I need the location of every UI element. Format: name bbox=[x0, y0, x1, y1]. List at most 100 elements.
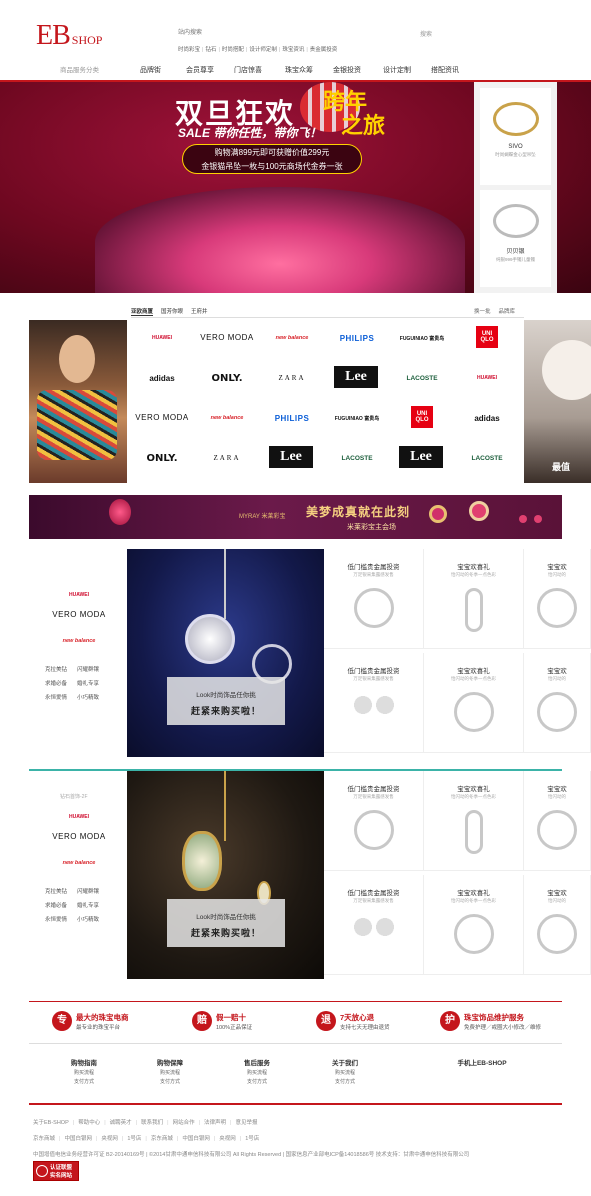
floor-tag-link[interactable]: 小巧精致 bbox=[77, 913, 109, 927]
floor-tag-link[interactable]: 永恒爱情 bbox=[45, 691, 77, 705]
floor-tag-link[interactable]: 求婚必备 bbox=[45, 899, 77, 913]
brand-logo[interactable]: LACOSTE bbox=[328, 446, 386, 470]
brand-logo[interactable]: UNI QLO bbox=[476, 326, 498, 348]
product-card[interactable]: 低门槛贵金属投资 万足银采集露感发售 bbox=[324, 653, 424, 753]
brand-logo[interactable]: LACOSTE bbox=[458, 446, 516, 470]
nav-item[interactable]: 金银投资 bbox=[333, 62, 361, 80]
footer-link[interactable]: 1号店 bbox=[245, 1136, 259, 1142]
nav-item[interactable]: 品牌街 bbox=[140, 62, 161, 80]
site-logo[interactable]: EB SHOP bbox=[36, 20, 102, 52]
product-card[interactable]: 宝宝欢 恰闪动的 bbox=[524, 771, 591, 871]
product-card[interactable]: 宝宝欢喜礼 恰闪动的冬季一点色彩 bbox=[424, 771, 524, 871]
footer-link[interactable]: 网站合作 bbox=[173, 1120, 195, 1126]
product-card[interactable]: 宝宝欢喜礼 恰闪动的冬季一点色彩 bbox=[424, 653, 524, 753]
floor-tag-link[interactable]: 婚礼专享 bbox=[77, 899, 109, 913]
floor-brand-logo[interactable]: VERO MODA bbox=[49, 829, 109, 845]
product-card[interactable]: 宝宝欢喜礼 恰闪动的冬季一点色彩 bbox=[424, 549, 524, 649]
floor-tag-link[interactable]: 婚礼专享 bbox=[77, 677, 109, 691]
footer-link[interactable]: 支付方式 bbox=[315, 1078, 375, 1087]
nav-item[interactable]: 设计定制 bbox=[383, 62, 411, 80]
brand-logo[interactable]: HUAWEI bbox=[133, 326, 191, 350]
floor-tag-link[interactable]: 求婚必备 bbox=[45, 677, 77, 691]
side-product-card[interactable]: 贝贝银 纯银999手镯儿童镯 bbox=[480, 190, 551, 287]
footer-link[interactable]: 帮助中心 bbox=[78, 1120, 100, 1126]
brand-logo[interactable]: VERO MODA bbox=[198, 326, 256, 350]
product-card[interactable]: 宝宝欢 恰闪动的 bbox=[524, 549, 591, 649]
brand-logo[interactable]: FUGUINIAO 富贵鸟 bbox=[328, 406, 386, 430]
floor-brand-logo[interactable]: VERO MODA bbox=[49, 607, 109, 623]
product-card[interactable]: 宝宝欢 恰闪动的 bbox=[524, 875, 591, 975]
right-promo-peek[interactable]: 最值 bbox=[524, 320, 591, 483]
footer-link[interactable]: 法律声明 bbox=[204, 1120, 226, 1126]
category-menu-button[interactable]: 商品服务分类 bbox=[32, 62, 127, 80]
footer-link[interactable]: 1号店 bbox=[127, 1136, 141, 1142]
footer-link[interactable]: 意见举报 bbox=[235, 1120, 257, 1126]
product-card[interactable]: 低门槛贵金属投资 万足银采集露感发售 bbox=[324, 875, 424, 975]
product-card[interactable]: 低门槛贵金属投资 万足银采集露感发售 bbox=[324, 549, 424, 649]
floor-tag-link[interactable]: 永恒爱情 bbox=[45, 913, 77, 927]
footer-link[interactable]: 购买流程 bbox=[140, 1069, 200, 1078]
footer-link[interactable]: 支付方式 bbox=[54, 1078, 114, 1087]
verified-site-badge[interactable]: 认证联盟 实名网站 bbox=[33, 1161, 79, 1181]
floor-brand-logo[interactable]: HUAWEI bbox=[49, 809, 109, 825]
floor-brand-logo[interactable]: new balance bbox=[49, 633, 109, 649]
hot-search-link[interactable]: 时尚搭配 bbox=[222, 47, 244, 53]
footer-link[interactable]: 关于EB-SHOP bbox=[33, 1120, 69, 1126]
floor-tag-link[interactable]: 小巧精致 bbox=[77, 691, 109, 705]
brand-logo[interactable]: new balance bbox=[198, 406, 256, 430]
hero-caption-cta[interactable]: 赶紧来购买啦！ bbox=[167, 704, 285, 717]
brand-logo[interactable]: PHILIPS bbox=[263, 406, 321, 430]
product-card[interactable]: 宝宝欢 恰闪动的 bbox=[524, 653, 591, 753]
floor-brand-logo[interactable]: new balance bbox=[49, 855, 109, 871]
footer-link[interactable]: 支付方式 bbox=[227, 1078, 287, 1087]
brand-tab[interactable]: 国芳你眼 bbox=[161, 309, 183, 315]
brand-logo[interactable]: adidas bbox=[133, 366, 191, 390]
hot-search-link[interactable]: 钻石 bbox=[205, 47, 216, 53]
nav-item[interactable]: 门店惊喜 bbox=[234, 62, 262, 80]
brand-logo[interactable]: ONLY. bbox=[198, 366, 256, 390]
nav-item[interactable]: 珠宝众筹 bbox=[285, 62, 313, 80]
hot-search-link[interactable]: 珠宝资讯 bbox=[282, 47, 304, 53]
brand-logo[interactable]: new balance bbox=[263, 326, 321, 350]
footer-link[interactable]: 中国白银网 bbox=[64, 1136, 92, 1142]
floor-hero-image[interactable]: Look时尚饰品任你挑 赶紧来购买啦！ bbox=[127, 549, 324, 757]
search-button[interactable]: 搜索 bbox=[420, 29, 432, 38]
myray-banner[interactable]: MYRAY 米莱彩宝 美梦成真就在此刻 米莱彩宝主会场 bbox=[29, 495, 562, 539]
brand-logo[interactable]: Lee bbox=[399, 446, 443, 468]
floor-tag-link[interactable]: 闪耀群镶 bbox=[77, 663, 109, 677]
footer-link[interactable]: 诚聘英才 bbox=[110, 1120, 132, 1126]
footer-link[interactable]: 购买流程 bbox=[315, 1069, 375, 1078]
floor-tag-link[interactable]: 克拉美钻 bbox=[45, 885, 77, 899]
brand-logo[interactable]: FUGUINIAO 富贵鸟 bbox=[393, 326, 451, 350]
nav-item[interactable]: 会员尊享 bbox=[186, 62, 214, 80]
brand-logo[interactable]: Lee bbox=[269, 446, 313, 468]
brand-logo[interactable]: adidas bbox=[458, 406, 516, 430]
nav-item[interactable]: 搭配资讯 bbox=[431, 62, 459, 80]
brand-logo[interactable]: ZARA bbox=[198, 446, 256, 470]
product-card[interactable]: 宝宝欢喜礼 恰闪动的冬季一点色彩 bbox=[424, 875, 524, 975]
footer-link[interactable]: 央视网 bbox=[101, 1136, 118, 1142]
brand-logo[interactable]: ZARA bbox=[263, 366, 321, 390]
brand-logo[interactable]: ONLY. bbox=[133, 446, 191, 470]
footer-link[interactable]: 京东商城 bbox=[33, 1136, 55, 1142]
brand-logo[interactable]: PHILIPS bbox=[328, 326, 386, 350]
brand-logo[interactable]: VERO MODA bbox=[133, 406, 191, 430]
hot-search-link[interactable]: 贵金属投资 bbox=[310, 47, 338, 53]
search-input[interactable] bbox=[178, 27, 498, 39]
model-photo[interactable] bbox=[29, 320, 127, 483]
footer-column-title[interactable]: 手机上EB-SHOP bbox=[452, 1059, 512, 1069]
brand-logo[interactable]: Lee bbox=[334, 366, 378, 388]
side-product-card[interactable]: SIVO 时尚蝴蝶金心型吊坠 bbox=[480, 88, 551, 185]
footer-link[interactable]: 央视网 bbox=[219, 1136, 236, 1142]
hot-search-link[interactable]: 设计师定制 bbox=[249, 47, 277, 53]
footer-link[interactable]: 支付方式 bbox=[140, 1078, 200, 1087]
product-card[interactable]: 低门槛贵金属投资 万足银采集露感发售 bbox=[324, 771, 424, 871]
floor-tag-link[interactable]: 闪耀群镶 bbox=[77, 885, 109, 899]
footer-link[interactable]: 联系我们 bbox=[141, 1120, 163, 1126]
refresh-link[interactable]: 换一批 bbox=[474, 309, 491, 315]
brand-logo[interactable]: LACOSTE bbox=[393, 366, 451, 390]
brand-logo[interactable]: UNI QLO bbox=[411, 406, 433, 428]
footer-link[interactable]: 京东商城 bbox=[151, 1136, 173, 1142]
hot-search-link[interactable]: 时尚彩宝 bbox=[178, 47, 200, 53]
hero-caption-cta[interactable]: 赶紧来购买啦！ bbox=[167, 926, 285, 939]
